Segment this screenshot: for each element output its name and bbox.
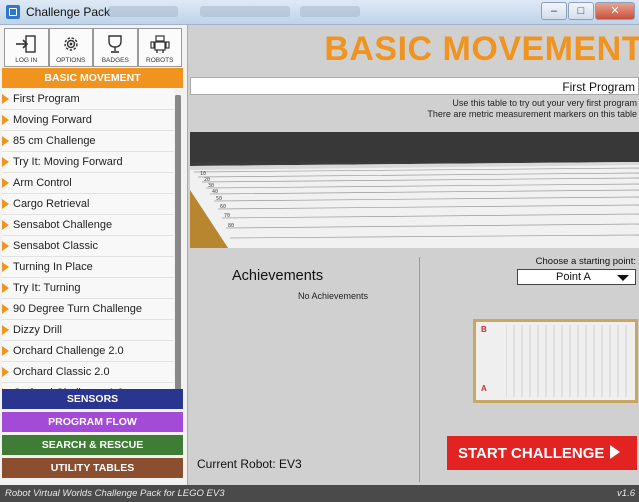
- category-search-rescue[interactable]: SEARCH & RESCUE: [2, 435, 183, 455]
- current-robot-label: Current Robot: EV3: [197, 457, 302, 471]
- lesson-item[interactable]: Sensabot Challenge: [2, 215, 174, 236]
- category-program-flow[interactable]: PROGRAM FLOW: [2, 412, 183, 432]
- lesson-item[interactable]: Moving Forward: [2, 110, 174, 131]
- login-icon: [16, 35, 36, 53]
- lesson-item[interactable]: Sensabot Classic: [2, 236, 174, 257]
- svg-text:60: 60: [220, 204, 226, 210]
- robots-button[interactable]: ROBOTS: [137, 28, 182, 67]
- lesson-list: First Program Moving Forward 85 cm Chall…: [2, 89, 174, 410]
- description-line-2: There are metric measurement markers on …: [427, 109, 637, 119]
- lesson-item[interactable]: Dizzy Drill: [2, 320, 174, 341]
- lesson-item[interactable]: Try It: Turning: [2, 278, 174, 299]
- program-name: First Program: [562, 80, 635, 94]
- trophy-icon: [108, 35, 122, 53]
- toolbar: LOG IN OPTIONS BADGES ROBOTS: [4, 28, 182, 67]
- description-line-1: Use this table to try out your very firs…: [452, 98, 637, 108]
- minimap-lines: [506, 325, 627, 397]
- robots-label: ROBOTS: [146, 57, 174, 64]
- start-challenge-button[interactable]: START CHALLENGE: [447, 436, 637, 470]
- lesson-scrollbar[interactable]: [175, 95, 181, 400]
- lesson-item[interactable]: 90 Degree Turn Challenge: [2, 299, 174, 320]
- lesson-item[interactable]: Cargo Retrieval: [2, 194, 174, 215]
- marker-a: A: [481, 384, 487, 393]
- play-icon: [610, 444, 621, 459]
- options-button[interactable]: OPTIONS: [48, 28, 93, 67]
- login-label: LOG IN: [15, 57, 38, 64]
- category-utility-tables[interactable]: UTILITY TABLES: [2, 458, 183, 478]
- window-title-bar: Challenge Pack – □ ✕: [0, 0, 639, 25]
- scrollbar-thumb[interactable]: [175, 95, 181, 400]
- lesson-item[interactable]: Orchard Classic 2.0: [2, 362, 174, 383]
- options-label: OPTIONS: [56, 57, 86, 64]
- marker-b: B: [481, 325, 487, 334]
- table-minimap: B A: [473, 319, 638, 403]
- table-surface-image: 102030 405060 7080: [190, 162, 639, 248]
- badges-label: BADGES: [101, 57, 129, 64]
- page-title: BASIC MOVEMENT: [324, 30, 639, 68]
- badges-button[interactable]: BADGES: [93, 28, 138, 67]
- maximize-button[interactable]: □: [568, 2, 594, 20]
- program-name-bar: First Program: [190, 77, 639, 95]
- lesson-item[interactable]: Turning In Place: [2, 257, 174, 278]
- blurred-taskbar-item: [200, 6, 290, 17]
- svg-text:70: 70: [224, 213, 230, 219]
- lesson-item[interactable]: First Program: [2, 89, 174, 110]
- sidebar: LOG IN OPTIONS BADGES ROBOTS BASIC MOVEM…: [0, 25, 188, 485]
- version-label: v1.6: [617, 488, 635, 499]
- selected-point: Point A: [556, 271, 591, 283]
- main-panel: BASIC MOVEMENT First Program Use this ta…: [188, 25, 639, 485]
- footer-text: Robot Virtual Worlds Challenge Pack for …: [5, 488, 225, 499]
- footer-bar: Robot Virtual Worlds Challenge Pack for …: [0, 485, 639, 502]
- lesson-item[interactable]: 85 cm Challenge: [2, 131, 174, 152]
- svg-text:50: 50: [216, 196, 222, 202]
- table-3d-preview: 10 20 30 40 50 60 70 80: [190, 132, 639, 248]
- robot-icon: [150, 35, 170, 53]
- login-button[interactable]: LOG IN: [4, 28, 49, 67]
- lesson-item[interactable]: Try It: Moving Forward: [2, 152, 174, 173]
- window-title: Challenge Pack: [26, 5, 111, 19]
- app-icon: [6, 5, 20, 19]
- minimize-button[interactable]: –: [541, 2, 567, 20]
- window-controls: – □ ✕: [541, 2, 635, 20]
- chevron-down-icon: [617, 275, 629, 281]
- achievements-title: Achievements: [232, 268, 324, 284]
- achievements-empty: No Achievements: [298, 291, 369, 301]
- lesson-item[interactable]: Arm Control: [2, 173, 174, 194]
- gear-icon: [64, 37, 78, 51]
- starting-point-label: Choose a starting point:: [535, 256, 636, 267]
- blurred-taskbar-item: [108, 6, 178, 17]
- starting-point-select[interactable]: Point A: [517, 269, 636, 285]
- category-sensors[interactable]: SENSORS: [2, 389, 183, 409]
- category-basic-movement[interactable]: BASIC MOVEMENT: [2, 68, 183, 88]
- lesson-item[interactable]: Orchard Challenge 2.0: [2, 341, 174, 362]
- section-divider: [419, 257, 420, 482]
- close-button[interactable]: ✕: [595, 2, 635, 20]
- svg-text:80: 80: [228, 223, 234, 229]
- svg-text:40: 40: [212, 189, 218, 195]
- blurred-taskbar-item: [300, 6, 360, 17]
- start-challenge-label: START CHALLENGE: [458, 444, 605, 462]
